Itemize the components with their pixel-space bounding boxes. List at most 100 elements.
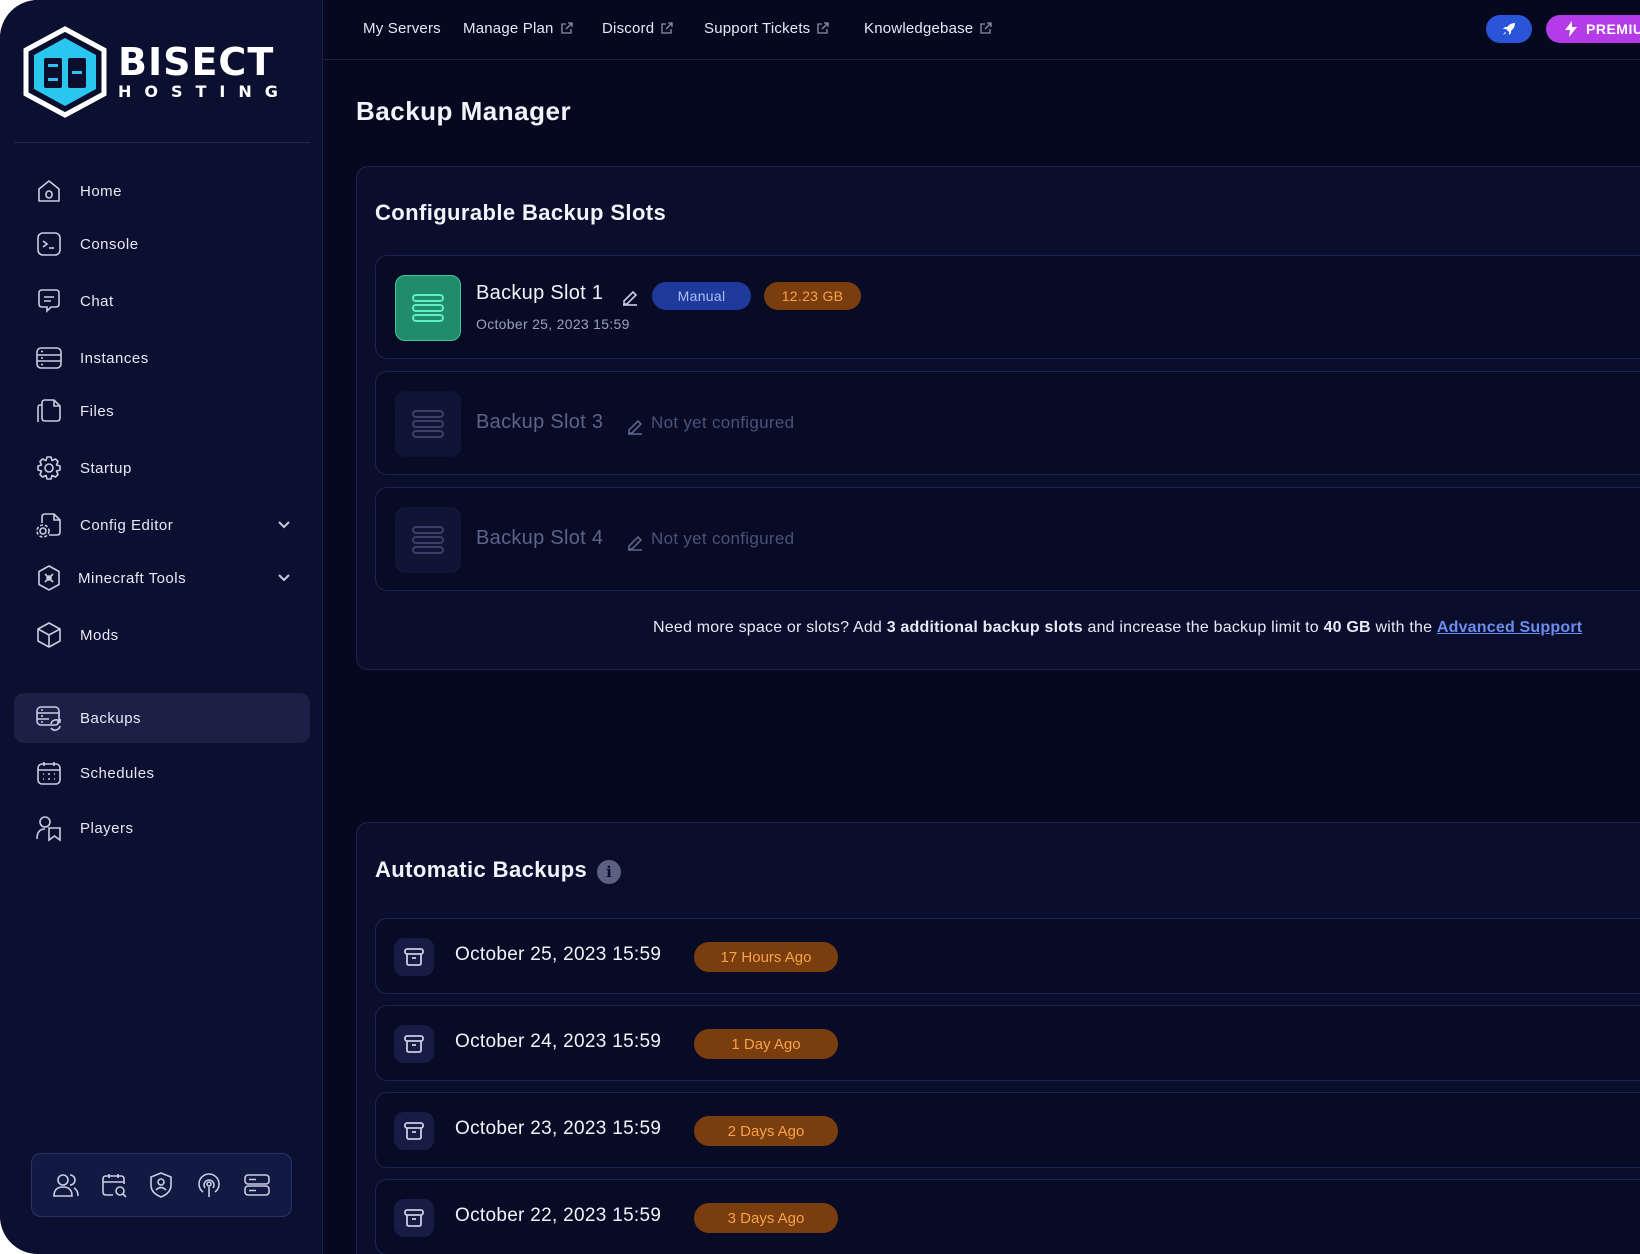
stack-icon — [412, 526, 444, 554]
upsell-text: with the — [1370, 619, 1437, 636]
sidebar-item-label: Schedules — [80, 764, 155, 782]
backup-slot-3[interactable]: Backup Slot 3 Not yet configured — [375, 371, 1640, 475]
edit-icon[interactable] — [626, 417, 644, 435]
sidebar-item-startup[interactable]: Startup — [14, 443, 310, 493]
users-icon[interactable] — [51, 1170, 81, 1200]
card-title: Automatic Backups — [375, 857, 588, 882]
logo-main-text: BISECT — [118, 40, 275, 84]
sidebar-item-label: Mods — [80, 626, 119, 644]
tools-icon — [34, 563, 64, 593]
archive-icon — [394, 1112, 434, 1150]
lightning-icon — [1565, 21, 1577, 37]
sidebar-item-label: Minecraft Tools — [78, 569, 187, 587]
stack-icon — [412, 410, 444, 438]
slot-name: Backup Slot 3 — [476, 411, 604, 433]
nav-link-label: Support Tickets — [704, 20, 811, 37]
edit-icon[interactable] — [621, 288, 639, 306]
sidebar-item-instances[interactable]: Instances — [14, 333, 310, 383]
slot-status: Not yet configured — [651, 529, 795, 548]
nav-link-support-tickets[interactable]: Support Tickets — [704, 20, 830, 37]
sidebar: BISECT HOSTING Home Console Chat Instanc… — [0, 0, 323, 1254]
sidebar-quick-actions — [31, 1153, 292, 1217]
sidebar-item-label: Home — [80, 182, 123, 200]
backups-icon — [34, 703, 64, 733]
bisect-logo[interactable]: BISECT HOSTING — [22, 26, 291, 118]
server-icon[interactable] — [242, 1170, 272, 1200]
nav-link-manage-plan[interactable]: Manage Plan — [463, 20, 573, 37]
sidebar-item-config-editor[interactable]: Config Editor — [14, 500, 310, 550]
upsell-text: and increase the backup limit to — [1082, 619, 1324, 636]
backup-slot-icon — [395, 275, 461, 341]
console-icon — [34, 229, 64, 259]
premium-label: PREMIUM — [1586, 21, 1640, 37]
age-badge: 2 Days Ago — [694, 1116, 838, 1146]
chevron-down-icon[interactable] — [276, 516, 292, 532]
card-title: Configurable Backup Slots — [375, 200, 667, 225]
archive-icon — [394, 938, 434, 976]
edit-icon[interactable] — [626, 533, 644, 551]
sidebar-item-backups[interactable]: Backups — [14, 693, 310, 743]
backup-slot-icon — [395, 507, 461, 573]
external-link-icon — [560, 22, 573, 34]
stack-icon — [412, 294, 444, 322]
backup-slot-4[interactable]: Backup Slot 4 Not yet configured — [375, 487, 1640, 591]
sidebar-item-files[interactable]: Files — [14, 386, 310, 436]
sidebar-item-label: Backups — [80, 709, 142, 727]
backup-slot-1[interactable]: Backup Slot 1 Manual 12.23 GB October 25… — [375, 255, 1640, 359]
sidebar-item-console[interactable]: Console — [14, 219, 310, 269]
sidebar-item-mods[interactable]: Mods — [14, 610, 310, 660]
external-link-icon — [980, 22, 993, 34]
sidebar-item-minecraft-tools[interactable]: Minecraft Tools — [14, 553, 310, 603]
chevron-down-icon[interactable] — [276, 569, 292, 585]
players-icon — [34, 813, 64, 843]
sidebar-item-label: Chat — [80, 292, 114, 310]
advanced-support-link[interactable]: Advanced Support — [1437, 619, 1582, 636]
sidebar-item-chat[interactable]: Chat — [14, 276, 310, 326]
backup-slot-icon — [395, 391, 461, 457]
sidebar-item-schedules[interactable]: Schedules — [14, 748, 310, 798]
automatic-backups-card: Automatic Backups i October 25, 2023 15:… — [356, 822, 1640, 1254]
bisect-logo-mark-icon — [23, 26, 107, 118]
size-badge: 12.23 GB — [764, 282, 861, 310]
nav-link-knowledgebase[interactable]: Knowledgebase — [864, 20, 993, 37]
nav-link-my-servers[interactable]: My Servers — [363, 20, 441, 37]
cube-icon — [34, 620, 64, 650]
nav-link-label: My Servers — [363, 20, 441, 37]
slot-date: October 25, 2023 15:59 — [476, 316, 630, 332]
upsell-message: Need more space or slots? Add 3 addition… — [653, 619, 1582, 637]
sidebar-item-players[interactable]: Players — [14, 803, 310, 853]
premium-button[interactable]: PREMIUM — [1546, 15, 1640, 43]
files-icon — [34, 396, 64, 426]
sidebar-item-label: Players — [80, 819, 134, 837]
sidebar-item-home[interactable]: Home — [14, 166, 310, 216]
shield-user-icon[interactable] — [146, 1170, 176, 1200]
archive-icon — [394, 1025, 434, 1063]
archive-icon — [394, 1199, 434, 1237]
boost-button[interactable] — [1486, 15, 1532, 43]
sidebar-item-label: Files — [80, 402, 115, 420]
info-icon[interactable]: i — [597, 860, 621, 884]
sidebar-item-label: Config Editor — [80, 516, 174, 534]
logo-sub-text: HOSTING — [118, 82, 291, 101]
sidebar-item-label: Startup — [80, 459, 132, 477]
nav-link-label: Discord — [602, 20, 655, 37]
age-badge: 17 Hours Ago — [694, 942, 838, 972]
top-nav: My Servers Manage Plan Discord Support T… — [323, 0, 1640, 60]
nav-link-discord[interactable]: Discord — [602, 20, 673, 37]
configurable-slots-card: Configurable Backup Slots Backup Slot 1 … — [356, 166, 1640, 670]
slot-name: Backup Slot 1 — [476, 282, 604, 304]
automatic-backup-row[interactable]: October 25, 2023 15:59 17 Hours Ago — [375, 918, 1640, 994]
calendar-search-icon[interactable] — [99, 1170, 129, 1200]
automatic-backup-row[interactable]: October 22, 2023 15:59 3 Days Ago — [375, 1179, 1640, 1254]
slot-name: Backup Slot 4 — [476, 527, 604, 549]
automatic-backup-row[interactable]: October 23, 2023 15:59 2 Days Ago — [375, 1092, 1640, 1168]
automatic-backup-row[interactable]: October 24, 2023 15:59 1 Day Ago — [375, 1005, 1640, 1081]
podcast-icon[interactable] — [194, 1170, 224, 1200]
instances-icon — [34, 343, 64, 373]
home-icon — [34, 176, 64, 206]
app-window: BISECT HOSTING Home Console Chat Instanc… — [0, 0, 1640, 1254]
type-badge: Manual — [652, 282, 751, 310]
nav-link-label: Knowledgebase — [864, 20, 974, 37]
backup-date: October 22, 2023 15:59 — [455, 1205, 662, 1226]
config-editor-icon — [34, 510, 64, 540]
